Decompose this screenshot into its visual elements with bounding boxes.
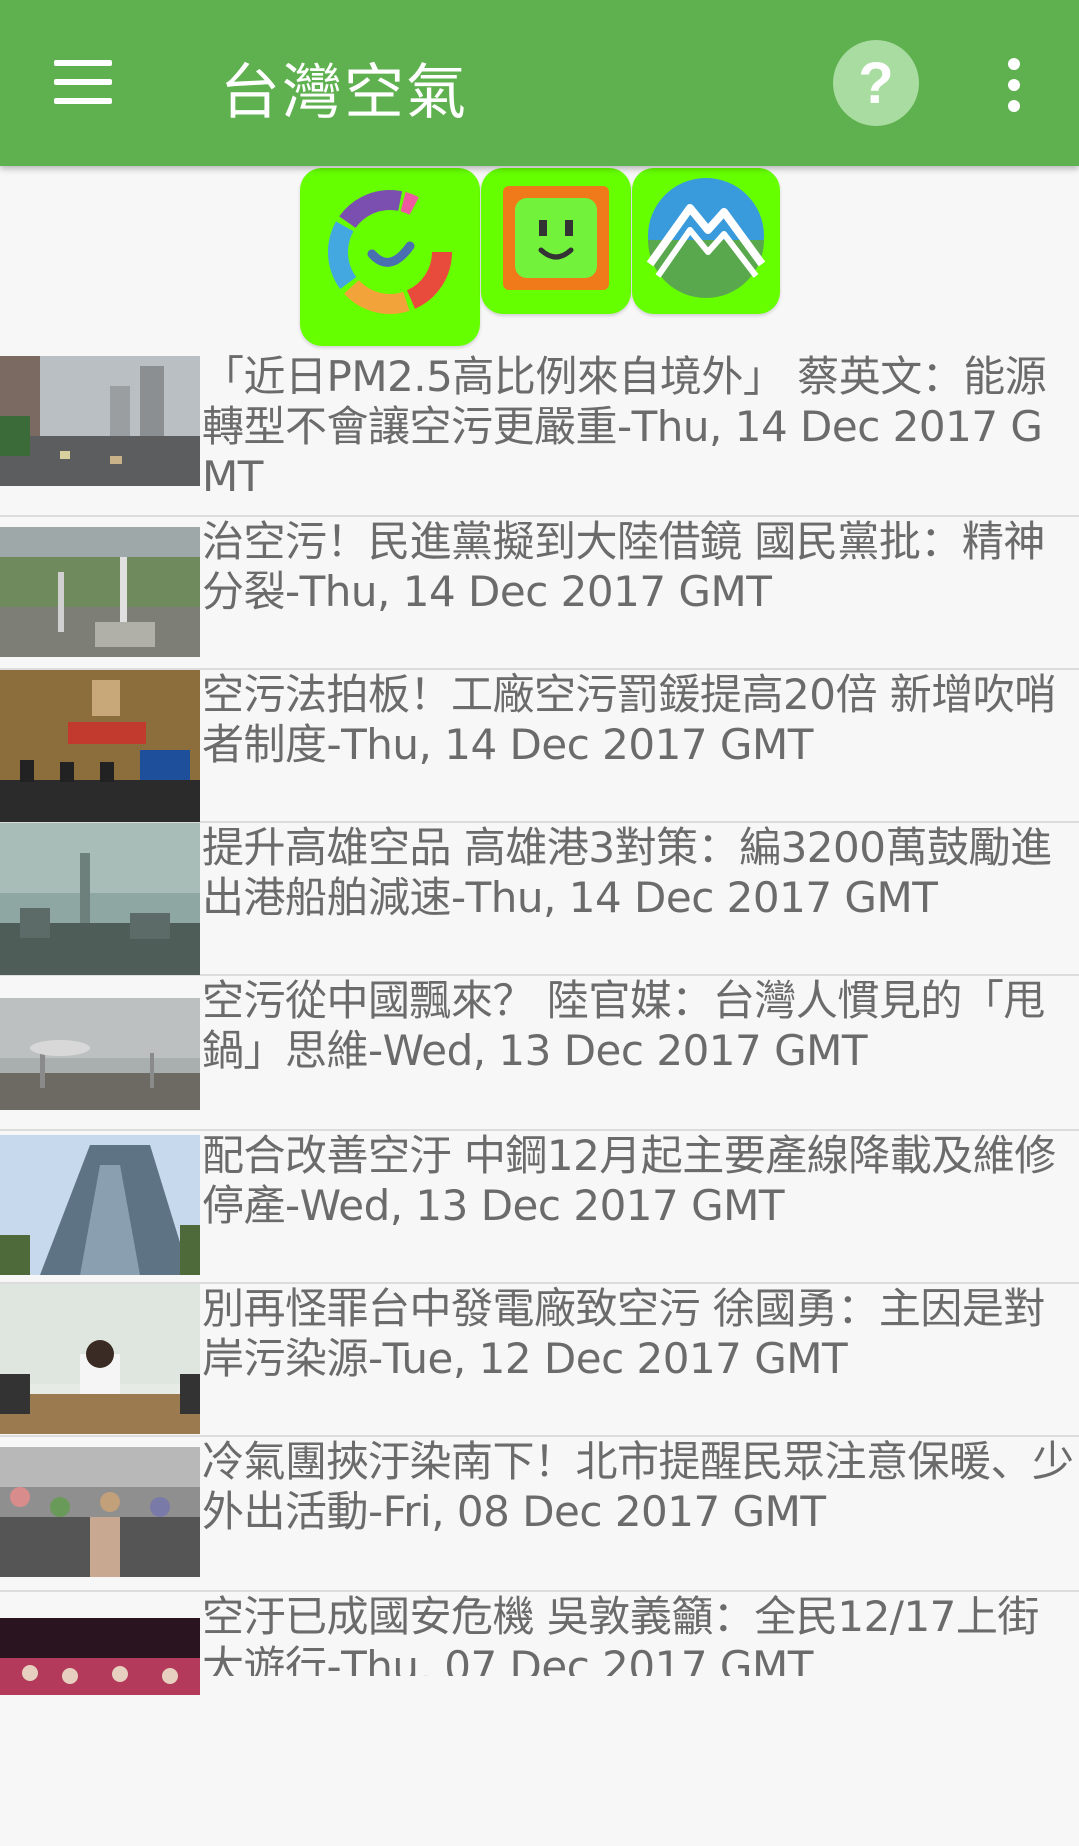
news-thumbnail [0, 1437, 200, 1577]
more-vert-icon[interactable] [1000, 58, 1028, 112]
news-thumbnail [0, 670, 200, 822]
news-item[interactable]: 配合改善空汙 中鋼12月起主要產線降載及維修停產-Wed, 13 Dec 201… [0, 1131, 1079, 1284]
news-title: 別再怪罪台中發電廠致空污 徐國勇：主因是對岸污染源-Tue, 12 Dec 20… [202, 1284, 1045, 1383]
hamburger-menu-icon[interactable] [54, 60, 112, 104]
news-title: 配合改善空汙 中鋼12月起主要產線降載及維修停產-Wed, 13 Dec 201… [202, 1131, 1056, 1230]
news-item[interactable]: 空污法拍板！工廠空污罰鍰提高20倍 新增吹哨者制度-Thu, 14 Dec 20… [0, 670, 1079, 823]
news-thumbnail [0, 823, 200, 975]
news-thumbnail [0, 1592, 200, 1695]
news-thumbnail [0, 976, 200, 1110]
smart-plug-app-icon[interactable] [481, 168, 631, 314]
news-item[interactable]: 空汙已成國安危機 吳敦義籲：全民12/17上街大遊行-Thu, 07 Dec 2… [0, 1592, 1079, 1695]
news-item[interactable]: 治空污！民進黨擬到大陸借鏡 國民黨批：精神分裂-Thu, 14 Dec 2017… [0, 517, 1079, 670]
news-item[interactable]: 提升高雄空品 高雄港3對策：編3200萬鼓勵進出港船舶減速-Thu, 14 De… [0, 823, 1079, 976]
news-item[interactable]: 冷氣團挾汙染南下！北市提醒民眾注意保暖、少外出活動-Fri, 08 Dec 20… [0, 1437, 1079, 1592]
news-title: 空污法拍板！工廠空污罰鍰提高20倍 新增吹哨者制度-Thu, 14 Dec 20… [202, 670, 1056, 769]
news-title: 空汙已成國安危機 吳敦義籲：全民12/17上街大遊行-Thu, 07 Dec 2… [202, 1592, 1039, 1676]
news-title: 「近日PM2.5高比例來自境外」 蔡英文：能源轉型不會讓空污更嚴重-Thu, 1… [202, 352, 1047, 501]
app-title: 台灣空氣 [220, 58, 468, 128]
news-item[interactable]: 空污從中國飄來？ 陸官媒：台灣人慣見的「甩鍋」思維-Wed, 13 Dec 20… [0, 976, 1079, 1131]
help-button[interactable]: ? [833, 40, 919, 126]
news-thumbnail [0, 352, 200, 486]
news-list: 「近日PM2.5高比例來自境外」 蔡英文：能源轉型不會讓空污更嚴重-Thu, 1… [0, 352, 1079, 1695]
epa-app-icon[interactable] [632, 168, 780, 314]
aqi-app-icon[interactable] [300, 168, 480, 346]
app-bar: 台灣空氣 ? [0, 0, 1079, 166]
news-thumbnail [0, 1131, 200, 1275]
news-thumbnail [0, 517, 200, 657]
news-thumbnail [0, 1284, 200, 1434]
news-item[interactable]: 別再怪罪台中發電廠致空污 徐國勇：主因是對岸污染源-Tue, 12 Dec 20… [0, 1284, 1079, 1437]
news-title: 治空污！民進黨擬到大陸借鏡 國民黨批：精神分裂-Thu, 14 Dec 2017… [202, 517, 1045, 616]
app-shortcut-row [0, 166, 1079, 346]
news-title: 冷氣團挾汙染南下！北市提醒民眾注意保暖、少外出活動-Fri, 08 Dec 20… [202, 1437, 1074, 1536]
news-title: 空污從中國飄來？ 陸官媒：台灣人慣見的「甩鍋」思維-Wed, 13 Dec 20… [202, 976, 1045, 1075]
news-title: 提升高雄空品 高雄港3對策：編3200萬鼓勵進出港船舶減速-Thu, 14 De… [202, 823, 1052, 922]
news-item[interactable]: 「近日PM2.5高比例來自境外」 蔡英文：能源轉型不會讓空污更嚴重-Thu, 1… [0, 352, 1079, 517]
